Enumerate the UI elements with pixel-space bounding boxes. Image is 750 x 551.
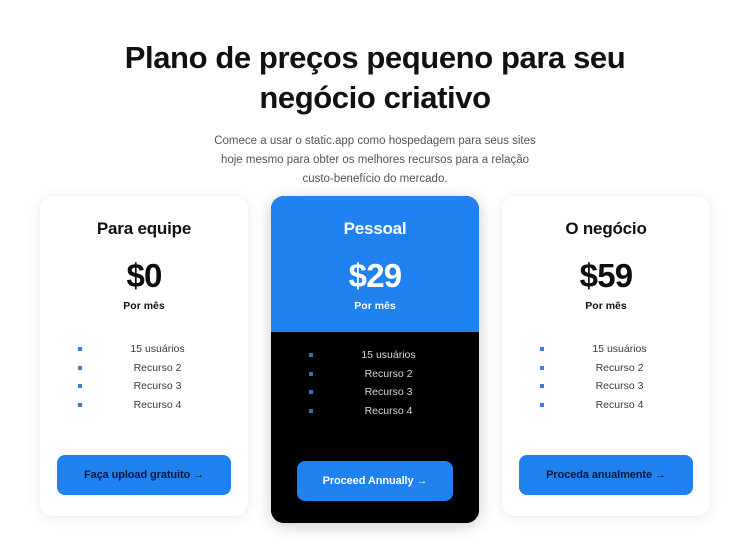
proceed-annually-button[interactable]: Proceed Annually → xyxy=(297,461,453,501)
list-item: Recurso 3 xyxy=(540,377,683,396)
plan-price: $59 xyxy=(579,257,633,294)
list-item: Recurso 4 xyxy=(309,402,452,421)
plan-period: Por mês xyxy=(585,300,627,312)
plan-name: Pessoal xyxy=(343,219,407,238)
list-item: Recurso 2 xyxy=(309,365,452,384)
cta-container: Proceed Annually → xyxy=(288,461,462,523)
pricing-card-personal: Pessoal $29 Por mês 15 usuários Recurso … xyxy=(271,196,479,523)
plan-name: Para equipe xyxy=(96,219,192,238)
plan-price: $29 xyxy=(348,257,402,294)
list-item: 15 usuários xyxy=(78,340,221,359)
feature-list: 15 usuários Recurso 2 Recurso 3 Recurso … xyxy=(57,340,231,415)
page-title: Plano de preços pequeno para seu negócio… xyxy=(124,40,626,115)
list-item: 15 usuários xyxy=(540,340,683,359)
list-item: Recurso 4 xyxy=(78,396,221,415)
featured-card-header: Pessoal $29 Por mês xyxy=(271,196,479,332)
proceed-annually-pt-button[interactable]: Proceda anualmente → xyxy=(519,455,693,495)
plan-period: Por mês xyxy=(123,300,165,312)
pricing-page: Plano de preços pequeno para seu negócio… xyxy=(0,0,750,551)
list-item: Recurso 2 xyxy=(78,359,221,378)
list-item: Recurso 2 xyxy=(540,359,683,378)
cta-container: Proceda anualmente → xyxy=(519,455,693,516)
list-item: Recurso 3 xyxy=(78,377,221,396)
list-item: 15 usuários xyxy=(309,346,452,365)
page-subtitle: Comece a usar o static.app como hospedag… xyxy=(214,135,536,185)
pricing-cards-row: Para equipe $0 Por mês 15 usuários Recur… xyxy=(0,196,750,523)
feature-list: 15 usuários Recurso 2 Recurso 3 Recurso … xyxy=(288,346,462,421)
pricing-card-business: O negócio $59 Por mês 15 usuários Recurs… xyxy=(502,196,710,516)
featured-card-body: 15 usuários Recurso 2 Recurso 3 Recurso … xyxy=(271,332,479,523)
page-header: Plano de preços pequeno para seu negócio… xyxy=(0,0,750,188)
pricing-card-team: Para equipe $0 Por mês 15 usuários Recur… xyxy=(40,196,248,516)
plan-name: O negócio xyxy=(565,219,647,238)
list-item: Recurso 3 xyxy=(309,383,452,402)
upload-free-button[interactable]: Faça upload gratuito → xyxy=(57,455,231,495)
cta-container: Faça upload gratuito → xyxy=(57,455,231,516)
list-item: Recurso 4 xyxy=(540,396,683,415)
plan-period: Por mês xyxy=(354,300,396,312)
feature-list: 15 usuários Recurso 2 Recurso 3 Recurso … xyxy=(519,340,693,415)
plan-price: $0 xyxy=(126,257,162,294)
